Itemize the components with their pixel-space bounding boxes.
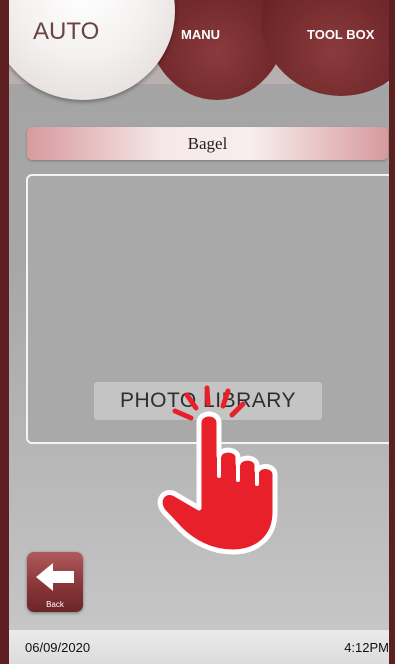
back-button[interactable]: Back (27, 552, 83, 612)
arrow-left-icon (36, 563, 74, 591)
tab-auto-label: AUTO (33, 18, 100, 45)
status-date: 06/09/2020 (25, 640, 91, 655)
device-frame: AUTO MANU TOOL BOX Bagel PHOTO LIBRARY B… (0, 0, 395, 664)
recipe-name-bar: Bagel (27, 127, 388, 160)
tab-toolbox-label: TOOL BOX (307, 27, 375, 42)
status-bar: 06/09/2020 4:12PM (9, 630, 389, 664)
tab-auto[interactable] (9, 0, 175, 100)
back-label: Back (46, 600, 64, 609)
status-time: 4:12PM (344, 640, 389, 655)
screen: AUTO MANU TOOL BOX Bagel PHOTO LIBRARY B… (9, 0, 389, 664)
tap-hand-icon (157, 385, 278, 555)
tab-manu-label: MANU (181, 27, 220, 42)
